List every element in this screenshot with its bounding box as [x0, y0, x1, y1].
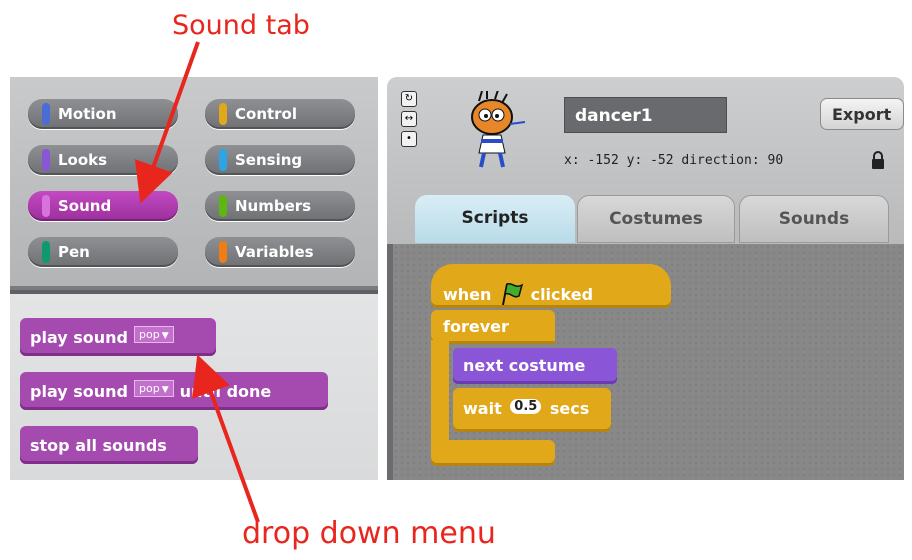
forever-block-bottom [431, 440, 555, 466]
flip-icon[interactable]: ↔ [401, 111, 417, 127]
lock-icon[interactable] [871, 150, 885, 170]
sprite-header: ↻ ↔ • dancer1 Export x: -152 y: -52 dire… [387, 77, 904, 244]
when-flag-clicked-block[interactable]: when clicked [431, 264, 671, 308]
sprite-name-field[interactable]: dancer1 [564, 97, 727, 133]
tab-costumes[interactable]: Costumes [577, 195, 735, 243]
rotate-icon[interactable]: ↻ [401, 91, 417, 107]
wait-seconds-input[interactable]: 0.5 [510, 399, 542, 414]
forever-block-arm [431, 340, 449, 450]
wait-block[interactable]: wait 0.5 secs [453, 388, 611, 432]
tab-scripts[interactable]: Scripts [415, 195, 575, 243]
no-rotate-icon[interactable]: • [401, 131, 417, 147]
green-flag-icon [502, 282, 524, 306]
tab-sounds[interactable]: Sounds [739, 195, 889, 243]
sound-tab-arrow [134, 41, 200, 204]
forever-block[interactable]: forever [431, 310, 555, 344]
sprite-coordinates: x: -152 y: -52 direction: 90 [564, 153, 784, 168]
next-costume-block[interactable]: next costume [453, 348, 617, 384]
dropdown-arrow [192, 354, 260, 523]
export-button[interactable]: Export [820, 98, 904, 130]
scripts-area[interactable]: when clicked forever next costume wait 0… [387, 244, 904, 480]
sprite-thumbnail[interactable] [457, 91, 527, 171]
